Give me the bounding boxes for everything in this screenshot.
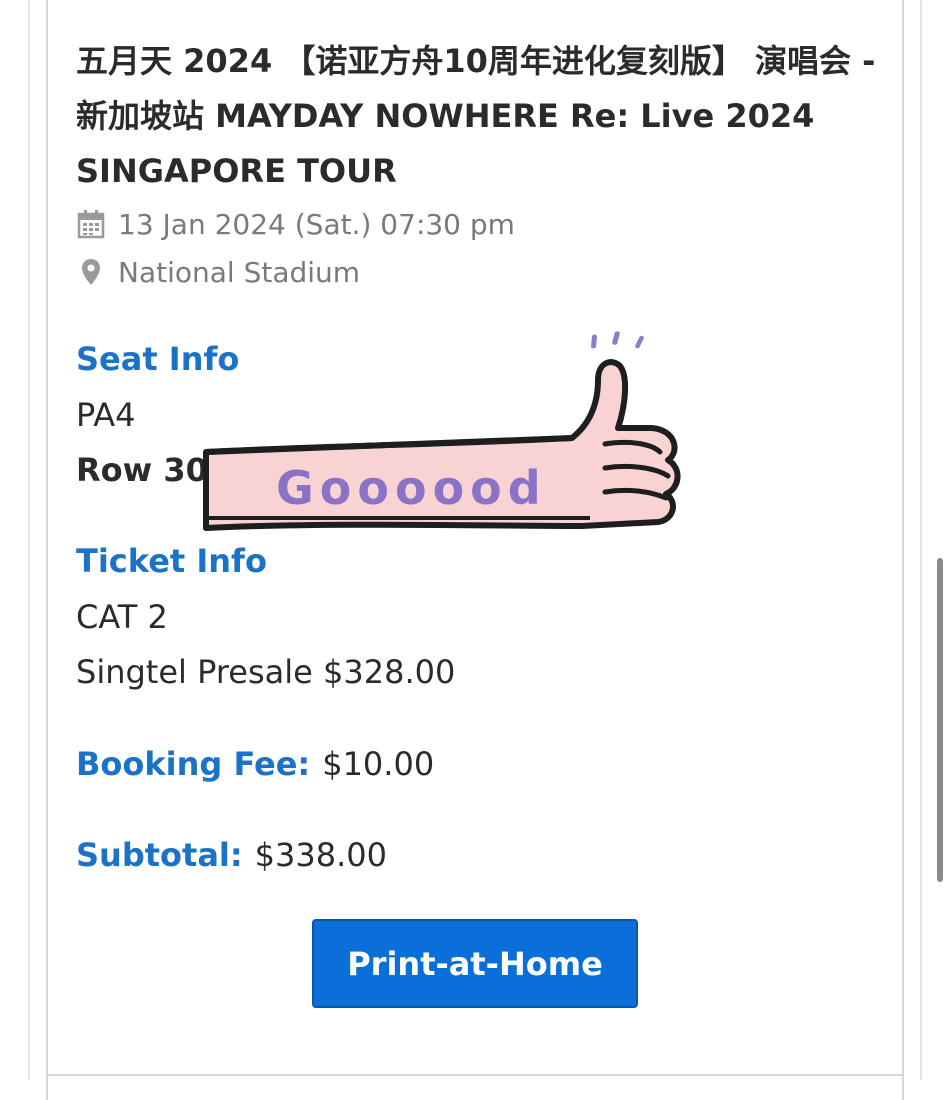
print-at-home-button[interactable]: Print-at-Home xyxy=(312,919,638,1008)
subtotal-label: Subtotal: xyxy=(76,836,243,874)
thumbs-up-sticker: Goooood xyxy=(200,322,685,537)
right-page-edge xyxy=(920,0,922,1080)
booking-fee-row: Booking Fee: $10.00 xyxy=(76,745,434,783)
card-divider xyxy=(46,1074,904,1076)
event-venue-text: National Stadium xyxy=(118,255,361,289)
map-pin-icon xyxy=(76,257,106,287)
event-date-text: 13 Jan 2024 (Sat.) 07:30 pm xyxy=(118,207,515,241)
svg-text:Goooood: Goooood xyxy=(276,461,547,515)
event-title: 五月天 2024 【诺亚方舟10周年进化复刻版】 演唱会 - 新加坡站 MAYD… xyxy=(76,42,876,190)
seat-row: Row 30 xyxy=(76,451,208,489)
booking-fee-value: $10.00 xyxy=(322,745,435,783)
subtotal-value: $338.00 xyxy=(254,836,387,874)
booking-fee-label: Booking Fee: xyxy=(76,745,311,783)
ticket-price-line: Singtel Presale $328.00 xyxy=(76,653,456,691)
event-date-row: 13 Jan 2024 (Sat.) 07:30 pm xyxy=(76,206,515,242)
event-venue-row: National Stadium xyxy=(76,254,360,290)
subtotal-row: Subtotal: $338.00 xyxy=(76,836,387,874)
scrollbar-thumb[interactable] xyxy=(937,558,943,882)
ticket-category: CAT 2 xyxy=(76,598,168,636)
ticket-info-heading: Ticket Info xyxy=(76,542,267,580)
seat-section: PA4 xyxy=(76,396,136,434)
calendar-icon xyxy=(76,209,106,239)
left-page-edge xyxy=(28,0,30,1080)
